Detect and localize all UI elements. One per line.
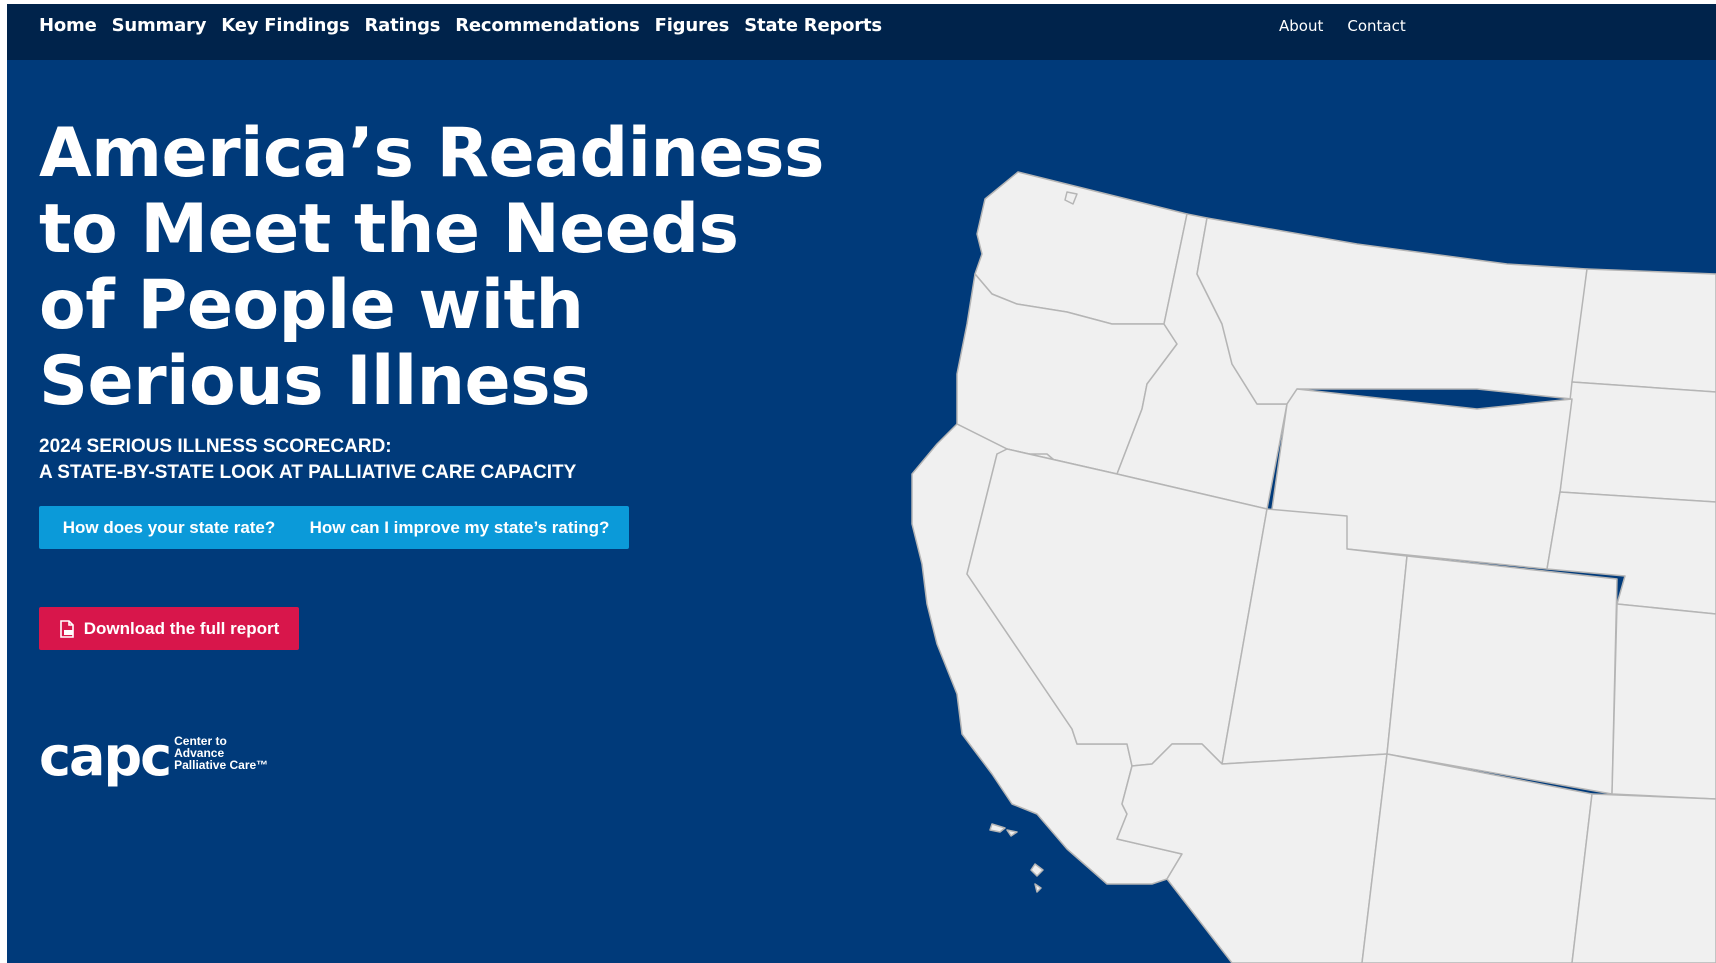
logo-mark: capc: [39, 725, 172, 788]
state-rating-button[interactable]: How does your state rate?: [39, 506, 299, 549]
improve-rating-button[interactable]: How can I improve my state’s rating?: [290, 506, 629, 549]
subtitle-line: 2024 SERIOUS ILLNESS SCORECARD:: [39, 436, 392, 457]
logo-text: Center to Advance Palliative Care™: [174, 735, 268, 771]
map-channel-islands: [989, 823, 1018, 837]
map-island: [1034, 883, 1042, 893]
download-report-button[interactable]: Download the full report: [39, 607, 299, 650]
page-subtitle: 2024 SERIOUS ILLNESS SCORECARD: A STATE-…: [39, 434, 576, 486]
logo-text-line: Palliative Care™: [174, 758, 269, 772]
capc-logo[interactable]: capc Center to Advance Palliative Care™: [39, 730, 268, 784]
title-line: America’s Readiness: [39, 114, 824, 193]
map-state-new-mexico: [1361, 753, 1593, 963]
page-background: Home Summary Key Findings Ratings Recomm…: [7, 4, 1716, 963]
download-report-label: Download the full report: [83, 618, 280, 638]
map-state-south-dakota: [1559, 381, 1716, 503]
subtitle-line: A STATE-BY-STATE LOOK AT PALLIATIVE CARE…: [39, 462, 577, 483]
title-line: to Meet the Needs: [39, 190, 739, 269]
page-title: America’s Readiness to Meet the Needs of…: [39, 116, 899, 420]
map-state-kansas: [1611, 603, 1716, 800]
map-state-montana: [1196, 217, 1588, 405]
map-island: [1030, 863, 1044, 877]
pdf-file-icon: [59, 619, 75, 638]
title-line: of People with: [39, 266, 584, 345]
map-state-north-dakota: [1571, 268, 1716, 393]
title-line: Serious Illness: [39, 342, 591, 421]
map-state-colorado: [1386, 555, 1618, 795]
map-state-oklahoma: [1571, 793, 1716, 963]
